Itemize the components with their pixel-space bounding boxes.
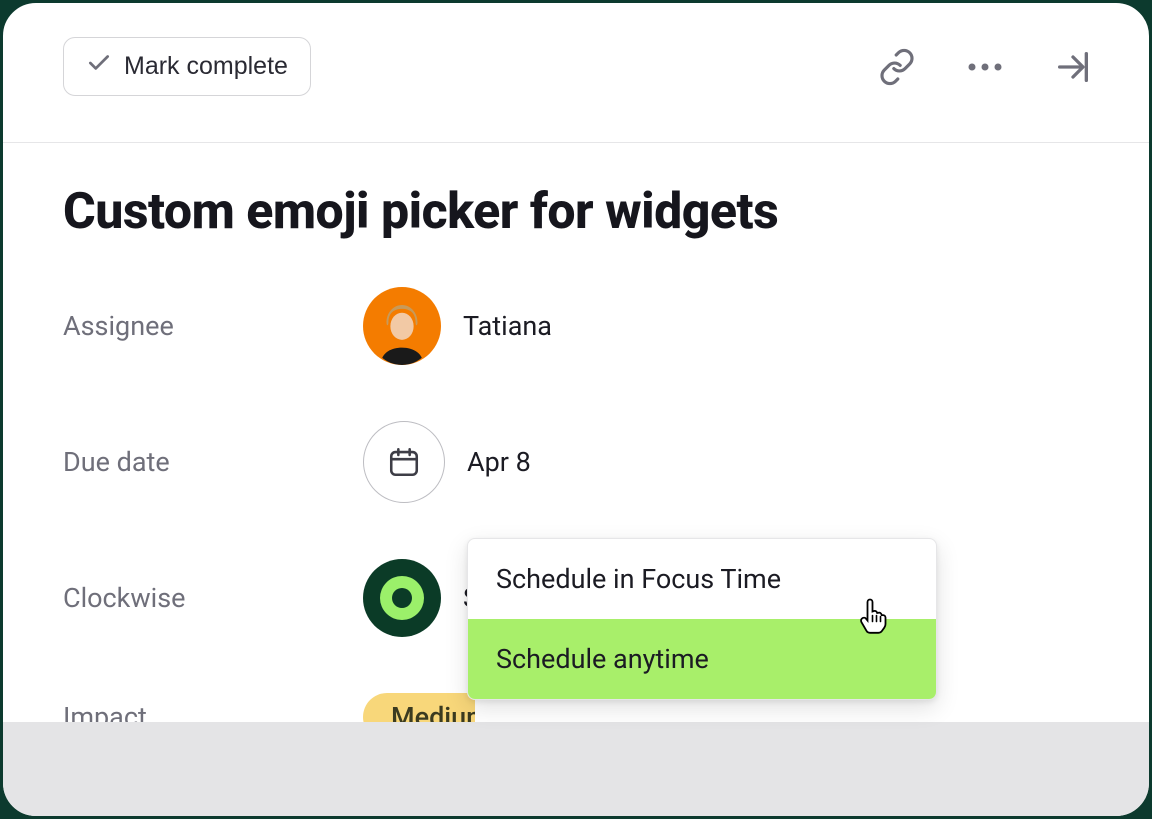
assignee-name: Tatiana [463,310,552,342]
more-actions-button[interactable] [965,47,1005,87]
pointer-cursor-icon [858,597,892,642]
due-date-label: Due date [63,446,363,478]
task-content: Custom emoji picker for widgets Assignee… [3,143,1149,741]
assignee-label: Assignee [63,310,363,342]
calendar-icon-circle [363,421,445,503]
link-icon [878,48,916,86]
due-date-value[interactable]: Apr 8 [363,421,1089,503]
task-header: Mark complete [3,3,1149,143]
dropdown-item-label: Schedule anytime [496,643,709,675]
mark-complete-button[interactable]: Mark complete [63,37,311,96]
mark-complete-label: Mark complete [124,52,288,81]
clockwise-label: Clockwise [63,582,363,614]
task-title: Custom emoji picker for widgets [63,183,1089,241]
header-actions [877,47,1093,87]
calendar-icon [387,445,421,479]
dropdown-item-label: Schedule in Focus Time [496,563,781,595]
dropdown-item-anytime[interactable]: Schedule anytime [468,619,936,699]
clockwise-dropdown: Schedule in Focus Time Schedule anytime [467,538,937,700]
panel-footer-area [3,722,1149,816]
copy-link-button[interactable] [877,47,917,87]
arrow-right-to-line-icon [1053,47,1093,87]
more-icon [966,61,1004,73]
assignee-value[interactable]: Tatiana [363,287,1089,365]
task-detail-panel: Mark complete [0,0,1152,819]
check-icon [86,50,112,83]
assignee-avatar [363,287,441,365]
due-date-text: Apr 8 [467,446,531,478]
clockwise-logo-icon [363,559,441,637]
collapse-panel-button[interactable] [1053,47,1093,87]
